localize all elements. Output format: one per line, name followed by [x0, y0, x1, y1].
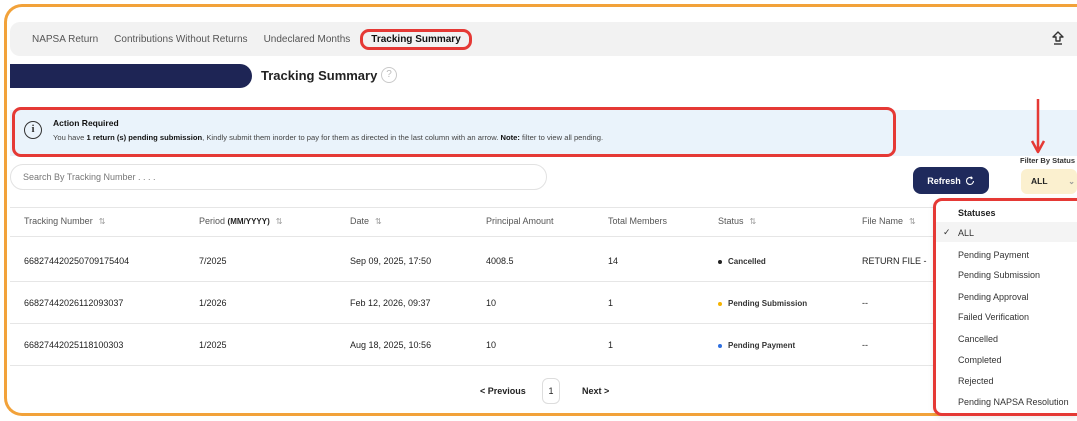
cell-file-name: -- — [862, 298, 868, 308]
sort-icon[interactable]: ⇅ — [99, 217, 106, 226]
next-page-button[interactable]: Next > — [582, 378, 609, 404]
alert-title: Action Required — [53, 118, 119, 128]
cell-period: 7/2025 — [199, 256, 227, 266]
table-header — [10, 207, 950, 237]
col-date[interactable]: Date ⇅ — [350, 216, 382, 226]
arrow-down-icon — [1031, 99, 1045, 154]
row-divider — [10, 365, 950, 366]
dropdown-header: Statuses — [958, 208, 996, 218]
tab-tracking-summary[interactable]: Tracking Summary — [360, 28, 472, 50]
page-title: Tracking Summary — [261, 68, 378, 83]
cell-principal: 10 — [486, 340, 497, 350]
info-icon: i — [24, 121, 42, 139]
status-filter-select[interactable]: ALL ⌄ — [1021, 169, 1077, 194]
cell-members: 1 — [608, 340, 614, 350]
refresh-button[interactable]: Refresh — [913, 167, 989, 194]
search-input[interactable]: Search By Tracking Number . . . . — [10, 164, 547, 190]
cell-members: 1 — [608, 298, 614, 308]
chevron-down-icon: ⌄ — [1068, 177, 1075, 186]
account-banner — [10, 64, 252, 88]
col-tracking-number[interactable]: Tracking Number ⇅ — [24, 216, 105, 226]
dropdown-option-failed-verification[interactable]: Failed Verification — [958, 312, 1029, 322]
refresh-label: Refresh — [927, 175, 961, 186]
cell-file-name[interactable]: RETURN FILE - — [862, 256, 927, 266]
tab-contributions-without-returns[interactable]: Contributions Without Returns — [114, 34, 247, 45]
alert-message: You have 1 return (s) pending submission… — [53, 133, 604, 142]
previous-page-button[interactable]: < Previous — [480, 378, 526, 404]
cell-date: Feb 12, 2026, 09:37 — [350, 298, 431, 308]
dropdown-option-pending-napsa-resolution[interactable]: Pending NAPSA Resolution — [958, 397, 1069, 407]
cell-principal: 10 — [486, 298, 497, 308]
cell-tracking-number: 668274420250709175404 — [24, 256, 130, 266]
col-file-name[interactable]: File Name ⇅ — [862, 216, 916, 226]
cell-members: 14 — [608, 256, 619, 266]
status-dot-icon — [718, 259, 722, 264]
refresh-icon — [965, 175, 974, 185]
row-divider — [10, 281, 950, 282]
col-period[interactable]: Period (MM/YYYY) ⇅ — [199, 216, 282, 226]
cell-date: Sep 09, 2025, 17:50 — [350, 256, 432, 266]
sort-icon[interactable]: ⇅ — [909, 217, 916, 226]
page-number[interactable]: 1 — [542, 378, 560, 404]
status-badge: Cancelled — [718, 257, 766, 266]
filter-label: Filter By Status — [1020, 156, 1076, 165]
cell-file-name: -- — [862, 340, 868, 350]
cell-tracking-number: 668274420261120930​37 — [24, 298, 124, 308]
row-divider — [10, 323, 950, 324]
cell-period: 1/2025 — [199, 340, 227, 350]
dropdown-option-pending-approval[interactable]: Pending Approval — [958, 292, 1029, 302]
cell-tracking-number: 668274420251181003​03 — [24, 340, 124, 350]
dropdown-option-cancelled[interactable]: Cancelled — [958, 334, 998, 344]
dropdown-option-completed[interactable]: Completed — [958, 355, 1002, 365]
sort-icon[interactable]: ⇅ — [276, 217, 283, 226]
dropdown-option-pending-payment[interactable]: Pending Payment — [958, 250, 1029, 260]
check-icon: ✓ — [943, 227, 951, 237]
tab-undeclared-months[interactable]: Undeclared Months — [264, 34, 351, 45]
dropdown-option-all[interactable]: ALL — [958, 228, 974, 238]
cell-date: Aug 18, 2025, 10:56 — [350, 340, 432, 350]
alert-highlight — [12, 107, 896, 157]
top-nav: NAPSA Return Contributions Without Retur… — [10, 22, 1077, 56]
dropdown-option-pending-submission[interactable]: Pending Submission — [958, 270, 1040, 280]
status-badge: Pending Submission — [718, 299, 807, 308]
tab-napsa-return[interactable]: NAPSA Return — [32, 34, 98, 45]
cell-principal: 4008.5 — [486, 256, 514, 266]
filter-value: ALL — [1031, 176, 1048, 186]
help-icon[interactable]: ? — [381, 67, 397, 83]
col-principal-amount: Principal Amount — [486, 216, 554, 226]
cell-period: 1/2026 — [199, 298, 227, 308]
upload-icon[interactable] — [1049, 30, 1067, 48]
dropdown-option-rejected[interactable]: Rejected — [958, 376, 994, 386]
sort-icon[interactable]: ⇅ — [375, 217, 382, 226]
status-dot-icon — [718, 343, 722, 348]
col-total-members: Total Members — [608, 216, 668, 226]
sort-icon[interactable]: ⇅ — [750, 217, 757, 226]
status-dot-icon — [718, 301, 722, 306]
status-badge: Pending Payment — [718, 341, 795, 350]
col-status[interactable]: Status ⇅ — [718, 216, 756, 226]
